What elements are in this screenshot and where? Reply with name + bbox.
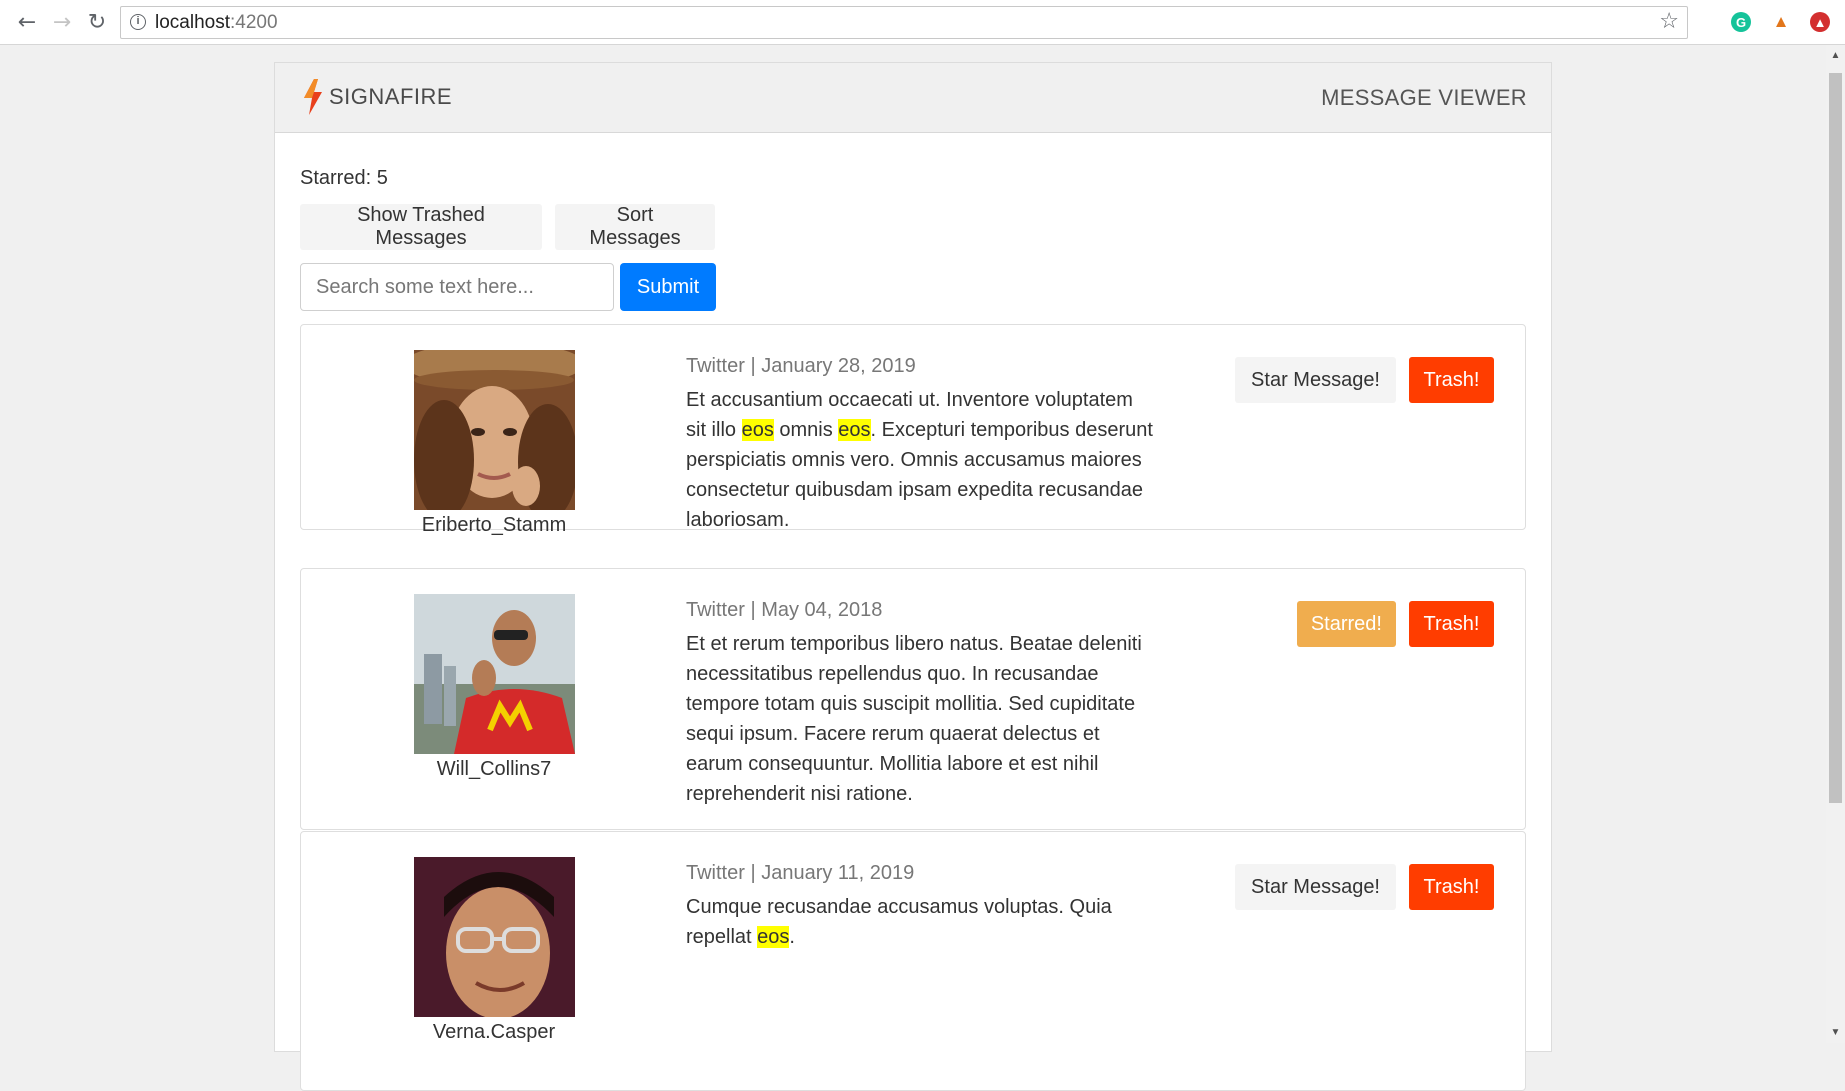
message-text: Et et rerum temporibus libero natus. Bea… [686,629,1156,809]
avatar [414,594,575,754]
scroll-down-icon[interactable]: ▼ [1826,1024,1845,1041]
brand-name: SIGNAFIRE [329,84,453,109]
scroll-thumb[interactable] [1829,73,1842,803]
message-meta: Twitter | January 28, 2019 [686,355,916,377]
flame-logo-icon [304,79,322,115]
text-segment: Cumque recusandae accusamus voluptas. Qu… [686,896,1112,948]
message-card: Will_Collins7 Twitter | May 04, 2018 Et … [300,568,1526,830]
url-host: localhost [155,12,230,33]
brand[interactable]: SIGNAFIRE [301,79,452,115]
browser-toolbar: ← → ↻ i localhost:4200 ☆ G ▲ ▲ [0,0,1845,45]
info-icon[interactable]: i [130,14,146,30]
address-url[interactable]: localhost:4200 [155,12,278,34]
trash-button[interactable]: Trash! [1409,357,1494,403]
message-text: Et accusantium occaecati ut. Inventore v… [686,385,1156,535]
search-highlight: eos [741,419,774,441]
back-arrow-icon[interactable]: ← [14,9,40,35]
avatar [414,857,575,1017]
trash-button[interactable]: Trash! [1409,864,1494,910]
starred-button[interactable]: Starred! [1296,601,1396,647]
search-highlight: eos [838,419,871,441]
sort-messages-button[interactable]: Sort Messages [555,204,715,250]
message-text: Cumque recusandae accusamus voluptas. Qu… [686,892,1156,952]
app-container: SIGNAFIRE MESSAGE VIEWER Starred: 5 Show… [274,62,1552,1091]
message-meta: Twitter | January 11, 2019 [686,862,915,884]
trash-button[interactable]: Trash! [1409,601,1494,647]
star-message-button[interactable]: Star Message! [1235,357,1396,403]
avatar-image [414,594,575,754]
avatar-image [414,350,575,510]
app-header: SIGNAFIRE MESSAGE VIEWER [275,63,1551,133]
bookmark-star-icon[interactable]: ☆ [1659,9,1679,34]
grammarly-extension-icon[interactable]: G [1731,12,1751,32]
submit-button[interactable]: Submit [620,263,716,311]
page-title: MESSAGE VIEWER [1321,85,1527,110]
show-trashed-button[interactable]: Show Trashed Messages [300,204,542,250]
search-input[interactable] [300,263,614,311]
message-username: Eriberto_Stamm [421,514,567,536]
text-segment: . [789,926,795,948]
starred-count: Starred: 5 [300,167,388,189]
message-card: Verna.Casper Twitter | January 11, 2019 … [300,831,1526,1091]
search-highlight: eos [757,926,790,948]
text-segment: Et et rerum temporibus libero natus. Bea… [686,633,1142,805]
star-message-button[interactable]: Star Message! [1235,864,1396,910]
text-segment: omnis [773,419,839,441]
adblock-extension-icon[interactable]: ▲ [1810,12,1830,32]
address-bar[interactable]: i localhost:4200 ☆ [120,6,1688,39]
avatar-image [414,857,575,1017]
forward-arrow-icon[interactable]: → [49,9,75,35]
page-scrollbar[interactable]: ▲ ▼ [1826,45,1845,1043]
metamask-extension-icon[interactable]: ▲ [1771,12,1791,32]
avatar [414,350,575,510]
message-card: Eriberto_Stamm Twitter | January 28, 201… [300,324,1526,536]
reload-icon[interactable]: ↻ [84,9,110,35]
message-meta: Twitter | May 04, 2018 [686,599,883,621]
message-username: Verna.Casper [432,1021,556,1043]
url-port: :4200 [230,12,278,33]
scroll-up-icon[interactable]: ▲ [1826,47,1845,64]
message-username: Will_Collins7 [436,758,552,780]
